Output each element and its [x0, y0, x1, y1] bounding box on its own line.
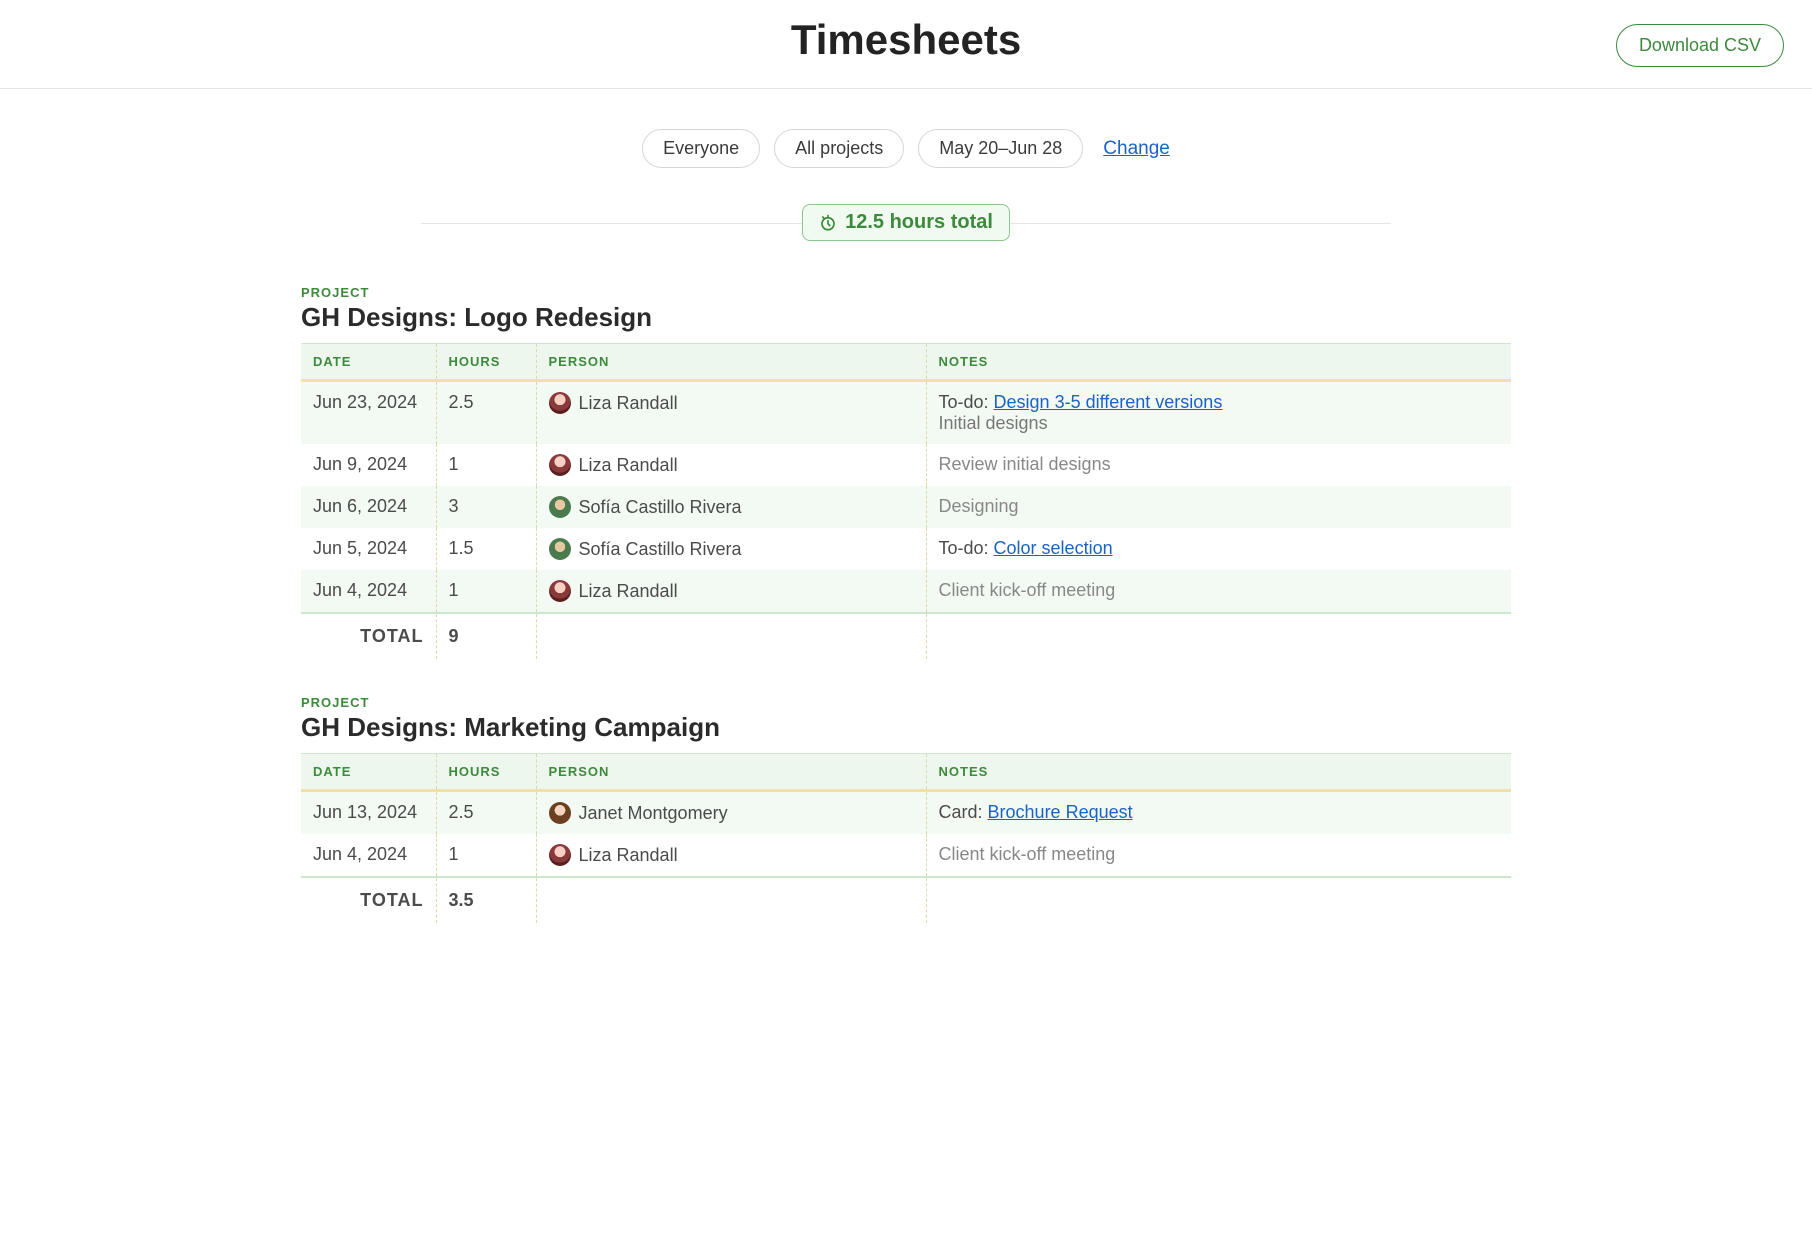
person-name: Liza Randall: [579, 581, 678, 602]
cell-notes: Client kick-off meeting: [926, 570, 1511, 613]
table-row: Jun 9, 20241 Liza Randall Review initial d…: [301, 444, 1511, 486]
cell-hours: 1: [436, 834, 536, 877]
table-row: Jun 6, 20243 Sofía Castillo Rivera Designi…: [301, 486, 1511, 528]
cell-date: Jun 6, 2024: [301, 486, 436, 528]
person-name: Liza Randall: [579, 455, 678, 476]
total-hours-text: 12.5 hours total: [845, 211, 993, 234]
cell-date: Jun 9, 2024: [301, 444, 436, 486]
total-spacer: [926, 877, 1511, 923]
filter-daterange[interactable]: May 20–Jun 28: [918, 129, 1083, 168]
cell-hours: 3: [436, 486, 536, 528]
total-spacer: [536, 613, 926, 659]
project-title: GH Designs: Marketing Campaign: [301, 712, 1511, 743]
total-label: Total: [301, 877, 436, 923]
project-section: Project GH Designs: Marketing Campaign Dat…: [301, 695, 1511, 923]
note-text: Client kick-off meeting: [939, 580, 1116, 600]
cell-hours: 2.5: [436, 791, 536, 835]
table-row: Jun 5, 20241.5 Sofía Castillo Rivera To-do…: [301, 528, 1511, 570]
cell-date: Jun 4, 2024: [301, 834, 436, 877]
total-value: 9: [436, 613, 536, 659]
note-text: Designing: [939, 496, 1019, 516]
person-name: Janet Montgomery: [579, 803, 728, 824]
total-hours-badge: 12.5 hours total: [802, 204, 1010, 241]
project-label: Project: [301, 695, 1511, 710]
cell-notes: Review initial designs: [926, 444, 1511, 486]
column-header-person: Person: [536, 754, 926, 791]
filter-bar: Everyone All projects May 20–Jun 28 Chan…: [301, 129, 1511, 168]
column-header-notes: Notes: [926, 754, 1511, 791]
cell-notes: Designing: [926, 486, 1511, 528]
summary-row: 12.5 hours total: [301, 204, 1511, 241]
table-row: Jun 4, 20241 Liza Randall Client kick-off …: [301, 834, 1511, 877]
column-header-person: Person: [536, 344, 926, 381]
cell-notes: To-do: Design 3-5 different versionsInit…: [926, 381, 1511, 445]
avatar: [549, 392, 571, 414]
cell-notes: Client kick-off meeting: [926, 834, 1511, 877]
note-subtext: Initial designs: [939, 413, 1500, 434]
table-row: Jun 4, 20241 Liza Randall Client kick-off …: [301, 570, 1511, 613]
clock-icon: [819, 214, 837, 232]
note-link[interactable]: Color selection: [994, 538, 1113, 558]
cell-person: Sofía Castillo Rivera: [536, 528, 926, 570]
cell-hours: 1.5: [436, 528, 536, 570]
cell-person: Liza Randall: [536, 381, 926, 445]
note-link[interactable]: Brochure Request: [988, 802, 1133, 822]
page-title: Timesheets: [28, 16, 1784, 64]
filter-people[interactable]: Everyone: [642, 129, 760, 168]
total-value: 3.5: [436, 877, 536, 923]
avatar: [549, 844, 571, 866]
cell-date: Jun 4, 2024: [301, 570, 436, 613]
download-csv-button[interactable]: Download CSV: [1616, 24, 1784, 67]
cell-date: Jun 13, 2024: [301, 791, 436, 835]
content: Everyone All projects May 20–Jun 28 Chan…: [291, 89, 1521, 1019]
note-link[interactable]: Design 3-5 different versions: [994, 392, 1223, 412]
note-prefix: Card:: [939, 802, 988, 822]
avatar: [549, 538, 571, 560]
note-prefix: To-do:: [939, 538, 994, 558]
note-text: Client kick-off meeting: [939, 844, 1116, 864]
table-row: Jun 13, 20242.5 Janet Montgomery Card: Bro…: [301, 791, 1511, 835]
cell-person: Sofía Castillo Rivera: [536, 486, 926, 528]
person-name: Liza Randall: [579, 845, 678, 866]
cell-person: Liza Randall: [536, 444, 926, 486]
column-header-hours: Hours: [436, 344, 536, 381]
timesheet-table: DateHoursPersonNotes Jun 23, 20242.5 Liza …: [301, 343, 1511, 659]
avatar: [549, 580, 571, 602]
person-name: Liza Randall: [579, 393, 678, 414]
person-name: Sofía Castillo Rivera: [579, 497, 742, 518]
cell-person: Liza Randall: [536, 570, 926, 613]
project-section: Project GH Designs: Logo Redesign DateHour…: [301, 285, 1511, 659]
table-row: Jun 23, 20242.5 Liza Randall To-do: Design…: [301, 381, 1511, 445]
header: Timesheets Download CSV: [0, 0, 1812, 89]
project-title: GH Designs: Logo Redesign: [301, 302, 1511, 333]
avatar: [549, 802, 571, 824]
column-header-date: Date: [301, 344, 436, 381]
project-label: Project: [301, 285, 1511, 300]
timesheet-table: DateHoursPersonNotes Jun 13, 20242.5 Janet…: [301, 753, 1511, 923]
cell-date: Jun 23, 2024: [301, 381, 436, 445]
note-prefix: To-do:: [939, 392, 994, 412]
note-text: Review initial designs: [939, 454, 1111, 474]
filter-projects[interactable]: All projects: [774, 129, 904, 168]
total-spacer: [536, 877, 926, 923]
avatar: [549, 496, 571, 518]
column-header-notes: Notes: [926, 344, 1511, 381]
cell-hours: 1: [436, 570, 536, 613]
cell-hours: 2.5: [436, 381, 536, 445]
cell-person: Liza Randall: [536, 834, 926, 877]
column-header-hours: Hours: [436, 754, 536, 791]
cell-hours: 1: [436, 444, 536, 486]
cell-date: Jun 5, 2024: [301, 528, 436, 570]
person-name: Sofía Castillo Rivera: [579, 539, 742, 560]
cell-person: Janet Montgomery: [536, 791, 926, 835]
cell-notes: To-do: Color selection: [926, 528, 1511, 570]
avatar: [549, 454, 571, 476]
change-filters-link[interactable]: Change: [1103, 138, 1170, 160]
total-spacer: [926, 613, 1511, 659]
cell-notes: Card: Brochure Request: [926, 791, 1511, 835]
total-label: Total: [301, 613, 436, 659]
column-header-date: Date: [301, 754, 436, 791]
